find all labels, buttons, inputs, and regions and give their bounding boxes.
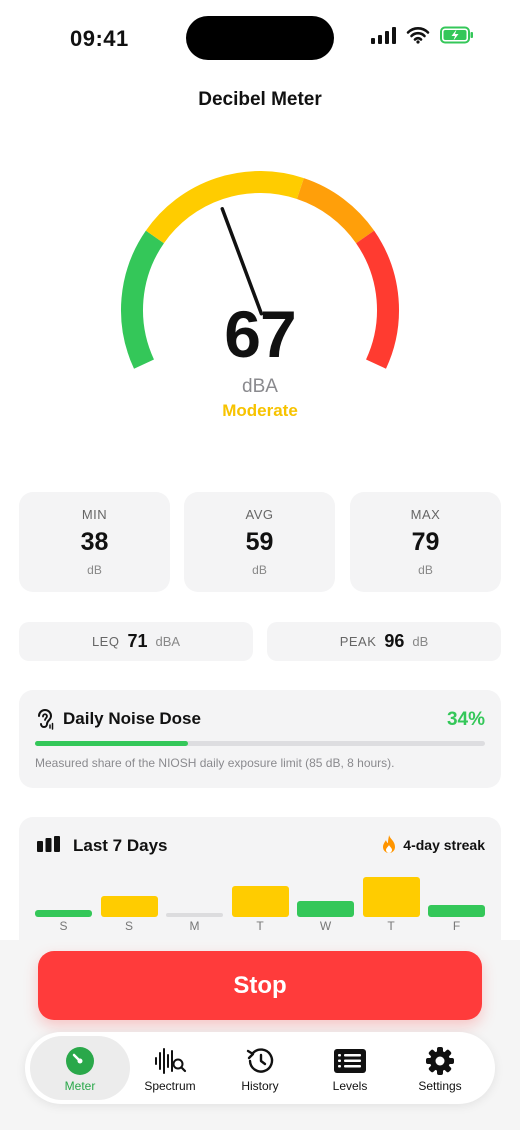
dose-progress-fill (35, 741, 188, 746)
ear-icon (38, 709, 54, 730)
levels-icon (334, 1049, 366, 1073)
peak-value: 96 (384, 631, 405, 651)
min-unit: dB (87, 563, 102, 577)
leq-value: 71 (127, 631, 148, 651)
week-day-label-6: T (387, 919, 395, 933)
max-stat-card: MAX 79 dB (350, 492, 501, 592)
spectrum-icon (155, 1048, 187, 1074)
min-stat-card: MIN 38 dB (19, 492, 170, 592)
battery-charging-icon (440, 26, 473, 44)
avg-value: 59 (245, 528, 274, 556)
max-value: 79 (411, 528, 440, 556)
meter-icon (66, 1047, 94, 1075)
leq-unit: dBA (155, 634, 181, 649)
week-day-label-4: T (256, 919, 264, 933)
flame-icon (383, 835, 396, 853)
dose-description: Measured share of the NIOSH daily exposu… (35, 756, 395, 770)
reading-unit: dBA (242, 376, 278, 397)
tab-levels[interactable]: Levels (305, 1036, 395, 1100)
tab-levels-label: Levels (332, 1079, 368, 1093)
stop-button[interactable]: Stop (38, 951, 482, 1020)
tab-history-label: History (241, 1079, 279, 1093)
bar-chart-icon (37, 836, 60, 852)
status-bar: 09:41 (0, 0, 520, 80)
gauge-moderate-segment (145, 171, 304, 244)
week-bar-1 (35, 909, 92, 917)
avg-unit: dB (252, 563, 267, 577)
gauge-loud-segment (296, 178, 375, 244)
tab-spectrum-label: Spectrum (144, 1079, 196, 1093)
tab-settings[interactable]: Settings (395, 1036, 485, 1100)
week-day-label-1: S (59, 919, 68, 933)
tab-settings-label: Settings (418, 1079, 462, 1093)
min-label: MIN (81, 507, 108, 522)
tab-meter[interactable]: Meter (30, 1036, 130, 1100)
daily-noise-dose-card[interactable]: Daily Noise Dose 34% Measured share of t… (19, 690, 501, 788)
dose-percent: 34% (446, 709, 485, 730)
week-day-label-7: F (452, 919, 461, 933)
last-7-days-card[interactable]: Last 7 Days 4-day streak S S M T W T F (19, 817, 501, 957)
tab-history[interactable]: History (215, 1036, 305, 1100)
week-day-label-2: S (124, 919, 133, 933)
streak-badge: 4-day streak (381, 835, 485, 855)
avg-stat-card: AVG 59 dB (184, 492, 335, 592)
peak-pill: PEAK 96 dB (267, 622, 501, 661)
week-bar-3 (166, 913, 223, 917)
status-icons (371, 26, 474, 44)
dose-progress-bar (35, 741, 485, 746)
week-bar-4 (231, 886, 289, 917)
status-time: 09:41 (70, 26, 129, 51)
tab-bar: Meter Spectrum History Levels Settings (25, 1032, 495, 1104)
weekly-bars (35, 867, 485, 917)
avg-label: AVG (245, 507, 274, 522)
week-bar-6 (362, 877, 420, 917)
week-bar-2 (100, 896, 158, 917)
leq-label: LEQ (91, 634, 120, 649)
max-unit: dB (418, 563, 433, 577)
week-day-label-3: M (189, 919, 200, 933)
tab-spectrum[interactable]: Spectrum (125, 1036, 215, 1100)
dose-title: Daily Noise Dose (63, 709, 201, 728)
peak-unit: dB (412, 634, 429, 649)
dynamic-island (186, 16, 334, 60)
cellular-signal-icon (371, 26, 396, 44)
peak-label: PEAK (339, 634, 377, 649)
wifi-icon (406, 27, 430, 44)
leq-pill: LEQ 71 dBA (19, 622, 253, 661)
week-bar-7 (428, 904, 485, 917)
min-value: 38 (80, 528, 109, 556)
tab-meter-label: Meter (64, 1079, 96, 1093)
max-label: MAX (410, 507, 441, 522)
gear-icon (426, 1047, 454, 1075)
week-day-label-5: W (319, 919, 332, 933)
page-title: Decibel Meter (198, 89, 322, 110)
decibel-reading: 67 (224, 297, 296, 371)
history-icon (246, 1048, 274, 1073)
noise-level-label: Moderate (222, 401, 298, 420)
streak-label: 4-day streak (403, 837, 485, 853)
week-title: Last 7 Days (73, 836, 168, 855)
week-bar-5 (297, 901, 354, 917)
